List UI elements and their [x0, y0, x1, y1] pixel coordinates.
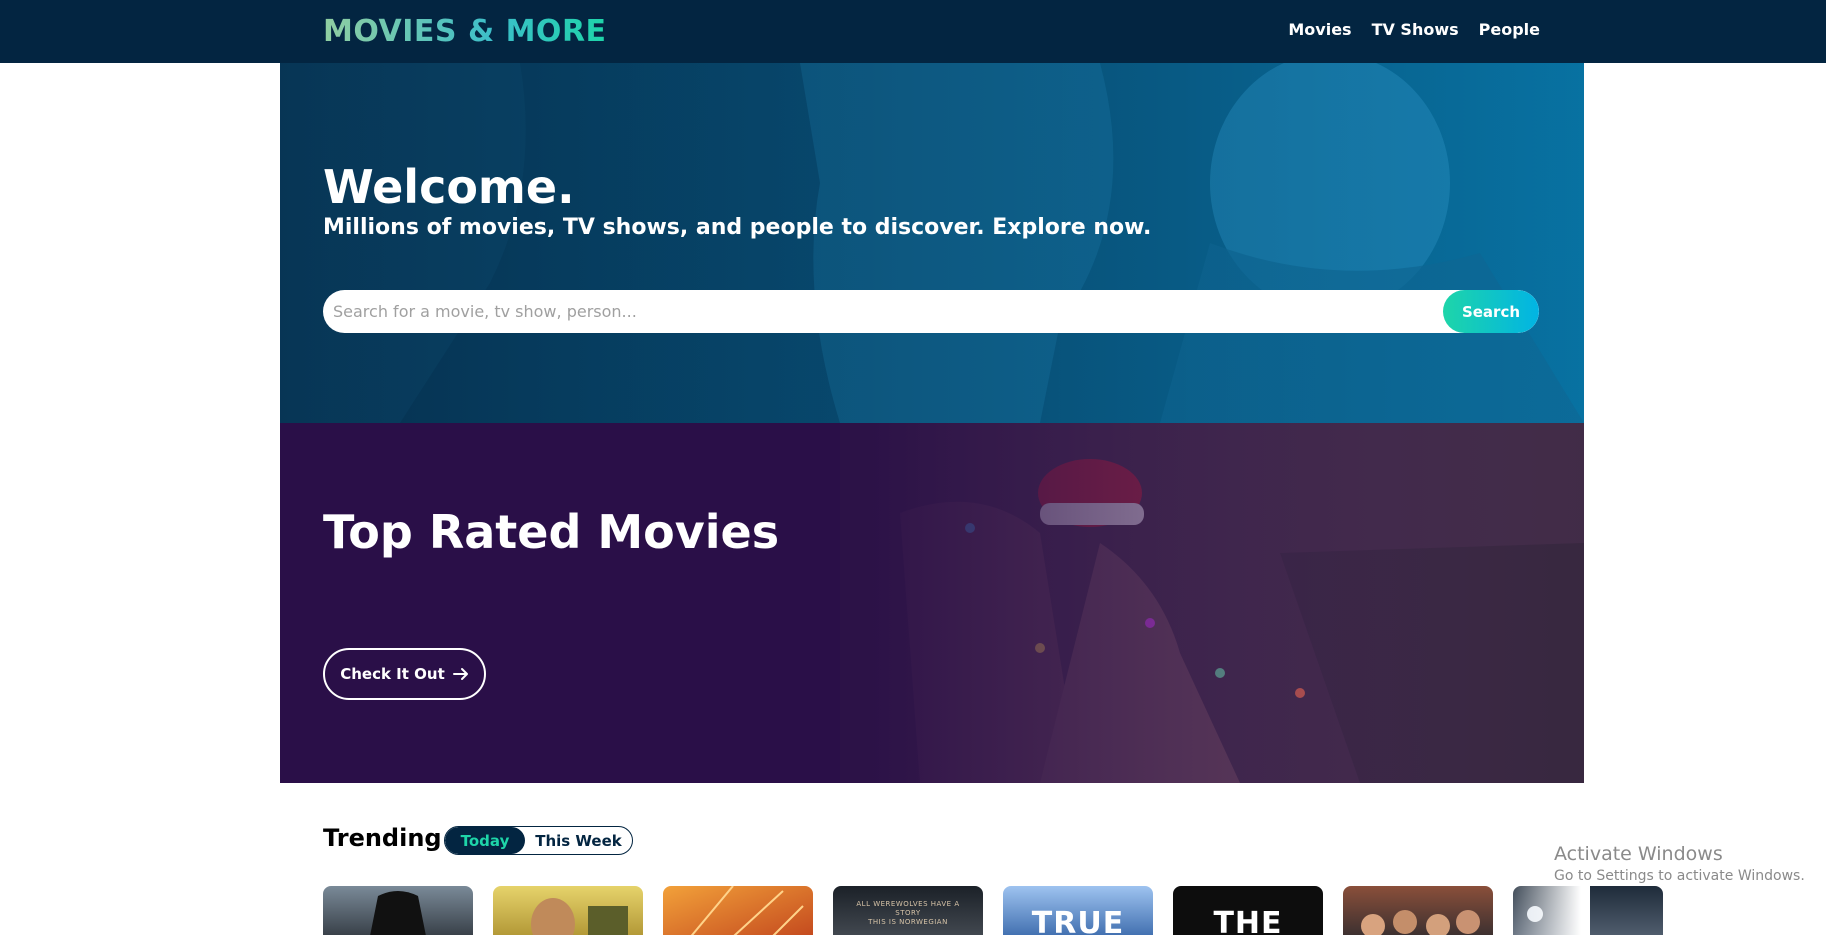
top-rated-promo: Top Rated Movies Check It Out	[280, 423, 1584, 783]
hero-title: Welcome.	[323, 160, 575, 214]
promo-title: Top Rated Movies	[323, 505, 780, 559]
poster-card[interactable]: TRUE	[1003, 886, 1153, 935]
check-it-out-button[interactable]: Check It Out	[323, 648, 486, 700]
watermark-title: Activate Windows	[1554, 843, 1723, 865]
tab-today[interactable]: Today	[445, 827, 525, 854]
hero-background-image	[280, 63, 1584, 423]
search-input[interactable]	[323, 290, 1463, 333]
trending-poster-row: ALL WEREWOLVES HAVE A STORY THIS IS NORWE…	[323, 886, 1663, 935]
poster-card[interactable]	[1343, 886, 1493, 935]
poster-title: THE	[1213, 906, 1283, 935]
arrow-right-icon	[452, 668, 468, 680]
main-nav: Movies TV Shows People	[1288, 20, 1540, 39]
top-navbar: MOVIES & MORE Movies TV Shows People	[0, 0, 1826, 63]
watermark-subtitle: Go to Settings to activate Windows.	[1554, 868, 1805, 884]
scroll-fade	[1500, 886, 1590, 935]
poster-card[interactable]: THE	[1173, 886, 1323, 935]
site-logo[interactable]: MOVIES & MORE	[323, 14, 607, 49]
promo-background-image	[280, 423, 1584, 783]
nav-people[interactable]: People	[1479, 20, 1540, 39]
poster-card[interactable]	[493, 886, 643, 935]
nav-movies[interactable]: Movies	[1288, 20, 1351, 39]
poster-image	[531, 898, 628, 935]
check-it-out-label: Check It Out	[340, 665, 445, 683]
trending-time-toggle: Today This Week	[444, 826, 633, 855]
search-bar: Search	[323, 290, 1539, 333]
windows-activation-watermark: Activate Windows Go to Settings to activ…	[1554, 843, 1805, 884]
poster-image	[370, 891, 426, 935]
poster-image	[1361, 910, 1480, 935]
poster-title: TRUE	[1031, 906, 1125, 935]
poster-image	[690, 886, 804, 935]
poster-card[interactable]	[323, 886, 473, 935]
poster-card[interactable]: ALL WEREWOLVES HAVE A STORY THIS IS NORWE…	[833, 886, 983, 935]
nav-tv-shows[interactable]: TV Shows	[1372, 20, 1459, 39]
trending-title: Trending	[323, 824, 442, 852]
search-button[interactable]: Search	[1443, 290, 1539, 333]
poster-tagline: ALL WEREWOLVES HAVE A STORY THIS IS NORWE…	[856, 900, 960, 926]
hero-subtitle: Millions of movies, TV shows, and people…	[323, 215, 1152, 240]
poster-card[interactable]	[663, 886, 813, 935]
hero-banner: Welcome. Millions of movies, TV shows, a…	[280, 63, 1584, 423]
tab-this-week[interactable]: This Week	[525, 827, 632, 854]
